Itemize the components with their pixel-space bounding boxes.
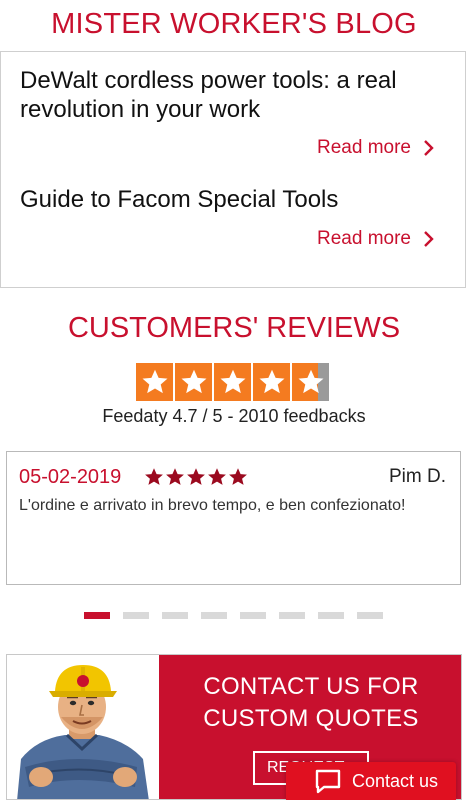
chat-label: Contact us (352, 770, 439, 791)
carousel-dot[interactable] (162, 612, 188, 619)
chevron-right-icon (424, 140, 434, 156)
carousel-dot[interactable] (318, 612, 344, 619)
partial-star-icon (292, 363, 329, 401)
blog-section-title: MISTER WORKER'S BLOG (51, 8, 417, 40)
review-text: L'ordine e arrivato in brevo tempo, e be… (19, 497, 406, 514)
review-date: 05-02-2019 (19, 466, 122, 488)
blog-post-title-facom[interactable]: Guide to Facom Special Tools (20, 185, 440, 214)
blog-post-title-dewalt[interactable]: DeWalt cordless power tools: a real revo… (20, 66, 440, 124)
star-icon (145, 468, 163, 485)
read-more-label: Read more (317, 137, 411, 158)
chat-bubble-icon (315, 769, 341, 794)
carousel-dot[interactable] (123, 612, 149, 619)
feedaty-rating-summary: Feedaty 4.7 / 5 - 2010 feedbacks (102, 406, 366, 426)
contact-heading: CONTACT US FOR CUSTOM QUOTES (159, 671, 461, 735)
read-more-label: Read more (317, 228, 411, 249)
review-star-rating (144, 467, 248, 487)
star-icon (175, 363, 212, 401)
contact-heading-line-1: CONTACT US FOR (203, 673, 419, 700)
carousel-pagination (84, 612, 383, 619)
star-icon (136, 363, 173, 401)
carousel-dot[interactable] (84, 612, 110, 619)
carousel-dot[interactable] (240, 612, 266, 619)
carousel-dot[interactable] (357, 612, 383, 619)
contact-chat-button[interactable]: Contact us (286, 762, 456, 800)
star-icon (214, 363, 251, 401)
read-more-link-facom[interactable]: Read more (317, 227, 435, 251)
review-card: 05-02-2019 Pim D. L'ordine e arrivato in… (6, 451, 461, 585)
reviews-section-title: CUSTOMERS' REVIEWS (67, 312, 401, 344)
star-icon (187, 468, 205, 485)
star-icon (229, 468, 247, 485)
read-more-link-dewalt[interactable]: Read more (317, 136, 435, 160)
chevron-right-icon (424, 231, 434, 247)
feedaty-rating-stars (136, 363, 330, 401)
blog-posts-box: DeWalt cordless power tools: a real revo… (0, 51, 466, 288)
contact-heading-line-2: CUSTOM QUOTES (203, 705, 419, 732)
review-author: Pim D. (389, 466, 446, 487)
worker-mascot-illustration (7, 655, 159, 799)
carousel-dot[interactable] (201, 612, 227, 619)
star-icon (208, 468, 226, 485)
carousel-dot[interactable] (279, 612, 305, 619)
star-icon (253, 363, 290, 401)
star-icon (166, 468, 184, 485)
